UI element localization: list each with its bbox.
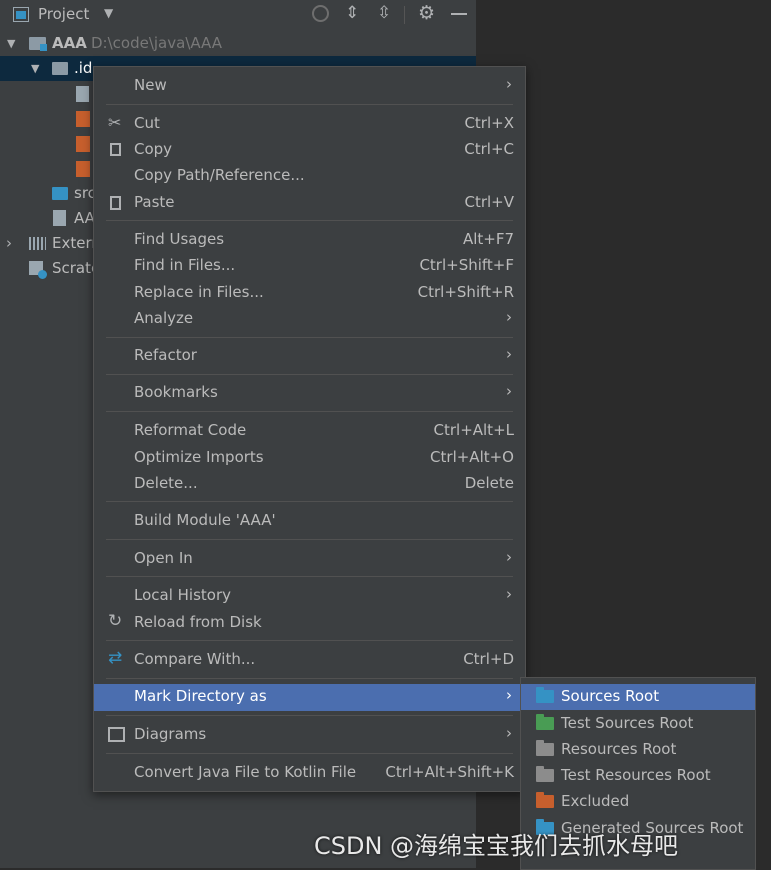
menu-item-cut[interactable]: ✂ Cut Ctrl+X xyxy=(94,111,525,137)
folder-icon xyxy=(52,62,68,75)
chevron-right-icon: › xyxy=(506,345,512,363)
project-view-title[interactable]: Project xyxy=(38,5,89,23)
project-header: Project ▼ ⇕ ⇳ ⚙ xyxy=(0,0,476,30)
menu-separator xyxy=(106,411,513,412)
menu-separator xyxy=(106,539,513,540)
chevron-down-icon[interactable]: ▼ xyxy=(31,56,39,81)
menu-separator xyxy=(106,220,513,221)
context-menu: New › ✂ Cut Ctrl+X Copy Ctrl+C Copy Path… xyxy=(93,66,526,792)
chevron-right-icon: › xyxy=(506,585,512,603)
menu-item-analyze[interactable]: Analyze › xyxy=(94,306,525,332)
chevron-down-icon[interactable]: ▼ xyxy=(7,31,15,56)
project-root-name: AAA xyxy=(52,34,87,52)
gear-icon[interactable]: ⚙ xyxy=(418,2,435,24)
menu-separator xyxy=(106,337,513,338)
submenu-item-test-sources-root[interactable]: Test Sources Root xyxy=(521,711,755,737)
menu-item-open-in[interactable]: Open In › xyxy=(94,546,525,572)
menu-separator xyxy=(106,501,513,502)
menu-item-replace-in-files[interactable]: Replace in Files... Ctrl+Shift+R xyxy=(94,280,525,306)
xml-file-icon xyxy=(76,136,90,152)
xml-file-icon xyxy=(76,161,90,177)
locate-icon[interactable] xyxy=(312,5,329,22)
menu-item-reformat-code[interactable]: Reformat Code Ctrl+Alt+L xyxy=(94,418,525,444)
project-window-icon xyxy=(13,7,29,22)
chevron-right-icon: › xyxy=(506,548,512,566)
menu-separator xyxy=(106,753,513,754)
menu-item-build-module[interactable]: Build Module 'AAA' xyxy=(94,508,525,534)
menu-separator xyxy=(106,374,513,375)
menu-item-paste[interactable]: Paste Ctrl+V xyxy=(94,190,525,216)
idea-folder-name: .id xyxy=(74,59,93,77)
test-resources-folder-icon xyxy=(536,766,554,782)
test-sources-folder-icon xyxy=(536,714,554,730)
menu-item-find-usages[interactable]: Find Usages Alt+F7 xyxy=(94,227,525,253)
menu-separator xyxy=(106,640,513,641)
menu-item-mark-directory-as[interactable]: Mark Directory as › xyxy=(94,684,525,711)
scissors-icon: ✂ xyxy=(108,113,122,132)
tree-row-root[interactable]: ▼ AAA D:\code\java\AAA xyxy=(0,31,476,56)
menu-separator xyxy=(106,576,513,577)
menu-item-find-in-files[interactable]: Find in Files... Ctrl+Shift+F xyxy=(94,253,525,279)
source-folder-icon xyxy=(52,187,68,200)
copy-icon xyxy=(110,143,121,156)
submenu-item-excluded[interactable]: Excluded xyxy=(521,789,755,815)
diagram-icon xyxy=(108,727,125,742)
excluded-folder-icon xyxy=(536,792,554,808)
menu-item-convert-java-kotlin[interactable]: Convert Java File to Kotlin File Ctrl+Al… xyxy=(94,760,525,786)
chevron-right-icon: › xyxy=(506,308,512,326)
menu-item-new[interactable]: New › xyxy=(94,73,525,99)
menu-item-copy-path[interactable]: Copy Path/Reference... xyxy=(94,163,525,189)
iml-file-name: AA xyxy=(74,209,95,227)
chevron-right-icon: › xyxy=(506,686,512,704)
submenu-item-test-resources-root[interactable]: Test Resources Root xyxy=(521,763,755,789)
paste-icon xyxy=(110,196,121,210)
menu-item-diagrams[interactable]: Diagrams › xyxy=(94,722,525,748)
scratches-icon xyxy=(29,261,47,279)
library-icon xyxy=(29,237,46,250)
menu-separator xyxy=(106,104,513,105)
divider xyxy=(404,6,405,24)
expand-all-icon[interactable]: ⇕ xyxy=(345,3,359,23)
collapse-all-icon[interactable]: ⇳ xyxy=(377,3,391,23)
menu-separator xyxy=(106,715,513,716)
menu-item-compare-with[interactable]: ⇄ Compare With... Ctrl+D xyxy=(94,647,525,673)
menu-item-local-history[interactable]: Local History › xyxy=(94,583,525,609)
file-icon xyxy=(76,86,89,102)
compare-arrows-icon: ⇄ xyxy=(108,648,123,668)
reload-icon: ↻ xyxy=(108,611,123,631)
chevron-right-icon: › xyxy=(506,724,512,742)
sources-root-folder-icon xyxy=(536,687,554,703)
menu-item-bookmarks[interactable]: Bookmarks › xyxy=(94,380,525,406)
menu-item-reload-from-disk[interactable]: ↻ Reload from Disk xyxy=(94,610,525,636)
menu-item-refactor[interactable]: Refactor › xyxy=(94,343,525,369)
menu-separator xyxy=(106,678,513,679)
menu-item-optimize-imports[interactable]: Optimize Imports Ctrl+Alt+O xyxy=(94,445,525,471)
chevron-right-icon: › xyxy=(506,75,512,93)
minimize-icon[interactable] xyxy=(451,13,467,15)
resources-folder-icon xyxy=(536,740,554,756)
watermark: CSDN @海绵宝宝我们去抓水母吧 xyxy=(314,832,679,860)
module-file-icon xyxy=(53,210,66,226)
chevron-right-icon[interactable]: › xyxy=(6,231,12,256)
chevron-right-icon: › xyxy=(506,382,512,400)
menu-item-copy[interactable]: Copy Ctrl+C xyxy=(94,137,525,163)
submenu-item-sources-root[interactable]: Sources Root xyxy=(521,684,755,710)
xml-file-icon xyxy=(76,111,90,127)
menu-item-delete[interactable]: Delete... Delete xyxy=(94,471,525,497)
chevron-down-icon[interactable]: ▼ xyxy=(104,6,113,20)
project-root-path: D:\code\java\AAA xyxy=(91,34,222,52)
submenu-item-resources-root[interactable]: Resources Root xyxy=(521,737,755,763)
module-folder-icon xyxy=(29,37,47,51)
